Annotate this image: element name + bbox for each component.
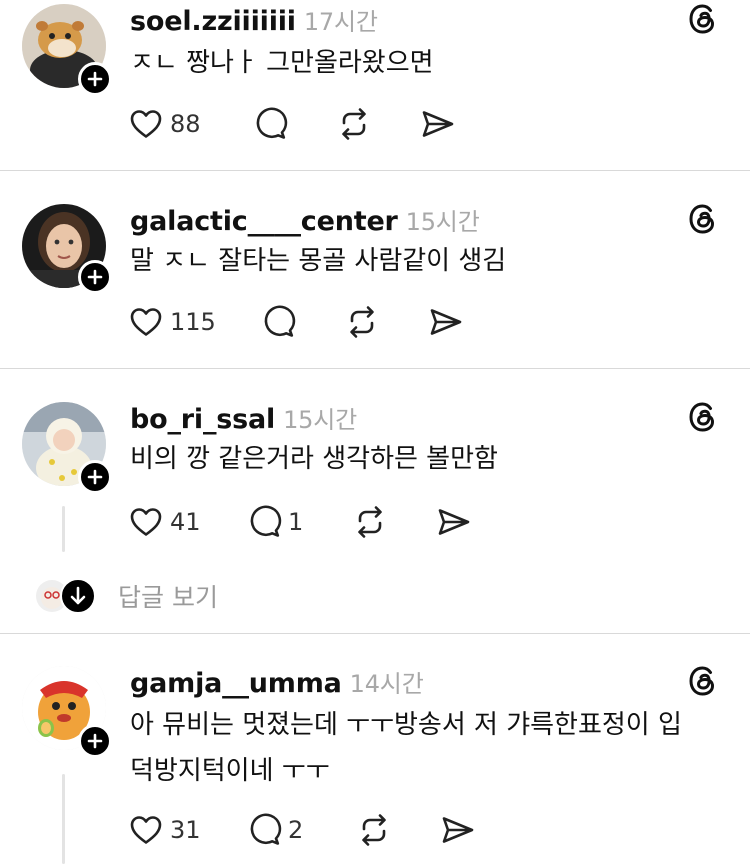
repost-icon xyxy=(358,506,382,538)
heart-icon xyxy=(130,816,162,844)
heart-icon xyxy=(130,308,162,336)
share-button[interactable] xyxy=(420,104,456,144)
repost-icon xyxy=(350,306,374,338)
post-text: 말 ㅈㄴ 잘타는 몽골 사람같이 생김 xyxy=(130,246,507,276)
repost-button[interactable] xyxy=(356,810,392,850)
post-text-line-1: 아 뮤비는 멋졌는데 ㅜㅜ방송서 저 갸륵한표정이 입 xyxy=(130,710,682,740)
comment-button[interactable]: 1 xyxy=(246,502,303,542)
divider xyxy=(0,633,750,634)
share-icon xyxy=(430,309,462,335)
comment-icon xyxy=(250,505,282,537)
post-text-line-2: 덕방지턱이네 ㅜㅜ xyxy=(130,756,330,786)
reply-count: 1 xyxy=(288,508,304,536)
username[interactable]: soel.zziiiiiii 17시간 xyxy=(130,2,378,37)
timestamp: 15시간 xyxy=(405,208,480,236)
timestamp: 17시간 xyxy=(303,8,378,36)
share-icon xyxy=(422,111,454,137)
threads-logo-icon[interactable] xyxy=(686,664,720,698)
like-button[interactable]: 41 xyxy=(128,502,201,542)
username[interactable]: gamja__umma 14시간 xyxy=(130,664,424,699)
repost-icon xyxy=(362,814,386,846)
post-text: 비의 깡 같은거라 생각하믄 볼만함 xyxy=(130,444,498,474)
comment-button[interactable] xyxy=(252,104,288,144)
like-count: 41 xyxy=(170,508,201,536)
follow-plus-icon[interactable] xyxy=(78,260,112,294)
username[interactable]: galactic____center 15시간 xyxy=(130,202,480,237)
heart-icon xyxy=(130,110,162,138)
follow-plus-icon[interactable] xyxy=(78,724,112,758)
share-icon xyxy=(438,509,470,535)
share-button[interactable] xyxy=(436,502,472,542)
repost-button[interactable] xyxy=(336,104,372,144)
comment-icon xyxy=(250,813,282,845)
like-count: 31 xyxy=(170,816,201,844)
repost-button[interactable] xyxy=(344,302,380,342)
like-button[interactable]: 88 xyxy=(128,104,201,144)
reply-count: 2 xyxy=(288,816,304,844)
repost-icon xyxy=(342,108,366,140)
repost-button[interactable] xyxy=(352,502,388,542)
username[interactable]: bo_ri_ssal 15시간 xyxy=(130,400,357,435)
thread-line xyxy=(62,506,65,552)
follow-plus-icon[interactable] xyxy=(78,460,112,494)
divider xyxy=(0,368,750,369)
timestamp: 14시간 xyxy=(349,670,424,698)
view-replies-button[interactable]: 답글 보기 xyxy=(34,576,334,614)
threads-logo-icon[interactable] xyxy=(686,400,720,434)
thread-line xyxy=(62,774,65,864)
like-button[interactable]: 31 xyxy=(128,810,201,850)
like-button[interactable]: 115 xyxy=(128,302,216,342)
share-button[interactable] xyxy=(440,810,476,850)
view-replies-label: 답글 보기 xyxy=(118,583,218,612)
down-arrow-icon xyxy=(60,578,96,614)
like-count: 88 xyxy=(170,110,201,138)
threads-logo-icon[interactable] xyxy=(686,2,720,36)
comment-icon xyxy=(264,305,296,337)
threads-logo-icon[interactable] xyxy=(686,202,720,236)
share-button[interactable] xyxy=(428,302,464,342)
post-text: ㅈㄴ 짱나ㅏ 그만올라왔으면 xyxy=(130,48,434,78)
comment-icon xyxy=(256,107,288,139)
divider xyxy=(0,170,750,171)
comment-button[interactable]: 2 xyxy=(246,810,303,850)
like-count: 115 xyxy=(170,308,216,336)
heart-icon xyxy=(130,508,162,536)
share-icon xyxy=(442,817,474,843)
follow-plus-icon[interactable] xyxy=(78,62,112,96)
timestamp: 15시간 xyxy=(283,406,357,434)
comment-button[interactable] xyxy=(260,302,296,342)
